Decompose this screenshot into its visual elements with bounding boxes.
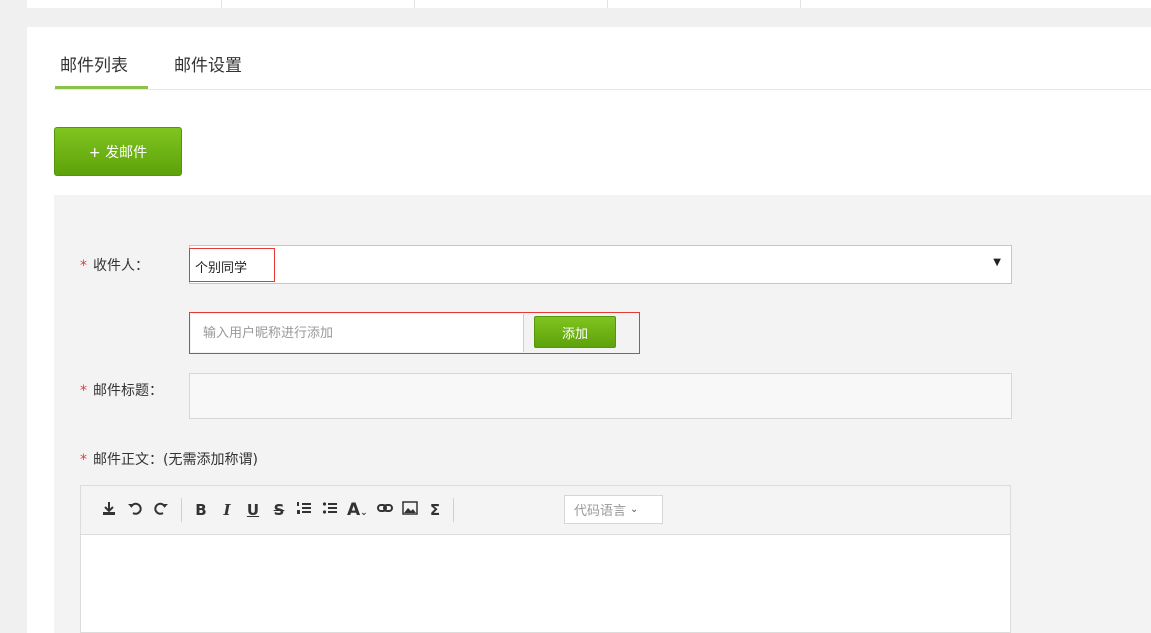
underline-button[interactable]: U (245, 500, 261, 520)
top-strip-cell (608, 0, 801, 8)
body-label: * 邮件正文：(无需添加称谓) (80, 452, 258, 468)
tab-mail-settings[interactable]: 邮件设置 (174, 51, 242, 76)
toolbar-separator (453, 498, 454, 522)
link-icon[interactable] (377, 500, 393, 520)
required-mark: * (80, 258, 87, 274)
compose-button[interactable]: + 发邮件 (54, 127, 182, 176)
nickname-input[interactable] (191, 314, 524, 352)
chevron-down-icon: ⌄ (630, 504, 639, 515)
image-icon[interactable] (402, 500, 418, 520)
required-mark: * (80, 452, 87, 468)
code-language-select[interactable]: 代码语言 ⌄ (564, 495, 663, 524)
clear-format-icon[interactable] (101, 500, 117, 520)
top-strip-cell (222, 0, 415, 8)
active-tab-indicator (55, 86, 148, 89)
dropdown-arrow-icon: ▼ (993, 257, 1001, 268)
required-mark: * (80, 383, 87, 399)
top-strip-cell (415, 0, 608, 8)
recipient-select[interactable]: 个别同学 ▼ (189, 245, 1012, 284)
redo-icon[interactable] (153, 500, 169, 520)
font-style-button[interactable]: A⌄ (347, 500, 368, 520)
recipient-label: * 收件人： (80, 258, 149, 274)
toolbar-separator (181, 498, 182, 522)
tab-bar: 邮件列表 邮件设置 (54, 27, 1151, 90)
italic-button[interactable]: I (219, 500, 235, 520)
ordered-list-icon[interactable] (296, 500, 312, 520)
undo-icon[interactable] (127, 500, 143, 520)
top-strip (0, 0, 1151, 10)
strikethrough-button[interactable]: S (271, 500, 287, 520)
tab-mail-list[interactable]: 邮件列表 (60, 51, 128, 76)
bold-button[interactable]: B (193, 500, 209, 520)
editor-toolbar: B I U S A⌄ Σ 代码语言 ⌄ (81, 486, 1010, 535)
top-strip-cell (27, 0, 222, 8)
subject-label: * 邮件标题： (80, 383, 163, 399)
formula-icon[interactable]: Σ (427, 500, 443, 520)
subject-input[interactable] (189, 373, 1012, 419)
recipient-value: 个别同学 (195, 261, 248, 276)
rich-text-editor: B I U S A⌄ Σ 代码语言 ⌄ (80, 485, 1011, 633)
top-strip-cell (801, 0, 1151, 8)
add-recipient-button[interactable]: 添加 (534, 316, 616, 348)
bullet-list-icon[interactable] (322, 500, 338, 520)
